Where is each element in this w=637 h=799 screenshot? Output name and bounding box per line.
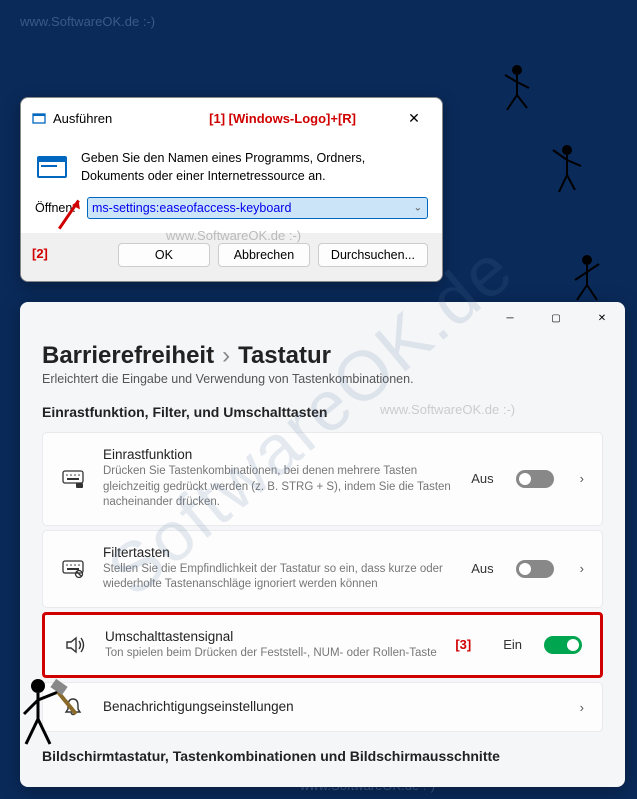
annotation-2: [2] xyxy=(32,246,48,261)
chevron-right-icon[interactable]: › xyxy=(580,700,584,715)
run-icon xyxy=(31,110,47,126)
run-input[interactable] xyxy=(87,197,428,219)
filter-keys-desc: Stellen Sie die Empfindlichkeit der Tast… xyxy=(103,562,453,593)
settings-window: ─ ▢ ✕ Barrierefreiheit › Tastatur Erleic… xyxy=(20,302,625,787)
filter-keys-state: Aus xyxy=(471,561,493,576)
toggle-keys-state: Ein xyxy=(503,637,522,652)
keyboard-filter-icon xyxy=(61,560,85,578)
section-title: Einrastfunktion, Filter, und Umschalttas… xyxy=(42,404,603,420)
minimize-button[interactable]: ─ xyxy=(487,302,533,334)
toggle-keys-card[interactable]: Umschalttastensignal Ton spielen beim Dr… xyxy=(42,612,603,679)
browse-button[interactable]: Durchsuchen... xyxy=(318,243,428,267)
watermark-text: www.SoftwareOK.de :-) xyxy=(380,402,515,417)
run-title: Ausführen xyxy=(53,111,209,126)
stick-figure-icon xyxy=(497,60,537,120)
settings-titlebar: ─ ▢ ✕ xyxy=(20,302,625,342)
breadcrumb-parent[interactable]: Barrierefreiheit xyxy=(42,342,214,370)
stick-figure-hammer-icon xyxy=(18,674,88,759)
chevron-right-icon: › xyxy=(222,342,230,370)
chevron-down-icon[interactable]: ⌄ xyxy=(414,203,422,214)
notification-settings-card[interactable]: Benachrichtigungseinstellungen › xyxy=(42,682,603,732)
run-combobox[interactable]: ⌄ xyxy=(87,197,428,219)
keyboard-icon xyxy=(61,470,85,488)
breadcrumb-current: Tastatur xyxy=(238,342,331,370)
settings-content: Barrierefreiheit › Tastatur Erleichtert … xyxy=(20,342,625,787)
chevron-right-icon[interactable]: › xyxy=(580,561,584,576)
run-titlebar: Ausführen [1] [Windows-Logo]+[R] ✕ xyxy=(21,98,442,138)
run-dialog: Ausführen [1] [Windows-Logo]+[R] ✕ Geben… xyxy=(20,97,443,282)
sticky-keys-title: Einrastfunktion xyxy=(103,447,453,462)
speaker-icon xyxy=(63,634,87,656)
page-subtitle: Erleichtert die Eingabe und Verwendung v… xyxy=(42,372,603,386)
run-large-icon xyxy=(35,150,69,184)
close-button[interactable]: ✕ xyxy=(396,106,432,130)
sticky-keys-desc: Drücken Sie Tastenkombinationen, bei den… xyxy=(103,464,453,511)
sticky-keys-card[interactable]: Einrastfunktion Drücken Sie Tastenkombin… xyxy=(42,432,603,526)
annotation-3: [3] xyxy=(455,637,471,652)
run-description: Geben Sie den Namen eines Programms, Ord… xyxy=(81,150,428,185)
cancel-button[interactable]: Abbrechen xyxy=(218,243,310,267)
filter-keys-toggle[interactable] xyxy=(516,560,554,578)
run-body: Geben Sie den Namen eines Programms, Ord… xyxy=(21,138,442,193)
filter-keys-card[interactable]: Filtertasten Stellen Sie die Empfindlich… xyxy=(42,530,603,608)
chevron-right-icon[interactable]: › xyxy=(580,471,584,486)
toggle-keys-title: Umschalttastensignal xyxy=(105,629,437,644)
toggle-keys-toggle[interactable] xyxy=(544,636,582,654)
watermark-text: www.SoftwareOK.de :-) xyxy=(166,228,301,243)
breadcrumb: Barrierefreiheit › Tastatur xyxy=(42,342,603,370)
annotation-1: [1] [Windows-Logo]+[R] xyxy=(209,111,356,126)
sticky-keys-toggle[interactable] xyxy=(516,470,554,488)
section-title-2: Bildschirmtastatur, Tastenkombinationen … xyxy=(42,748,603,764)
toggle-keys-desc: Ton spielen beim Drücken der Feststell-,… xyxy=(105,646,437,662)
sticky-keys-state: Aus xyxy=(471,471,493,486)
watermark-text: www.SoftwareOK.de :-) xyxy=(20,14,155,29)
filter-keys-title: Filtertasten xyxy=(103,545,453,560)
stick-figure-icon xyxy=(567,250,607,310)
notification-settings-title: Benachrichtigungseinstellungen xyxy=(103,699,554,714)
ok-button[interactable]: OK xyxy=(118,243,210,267)
stick-figure-icon xyxy=(547,140,587,200)
